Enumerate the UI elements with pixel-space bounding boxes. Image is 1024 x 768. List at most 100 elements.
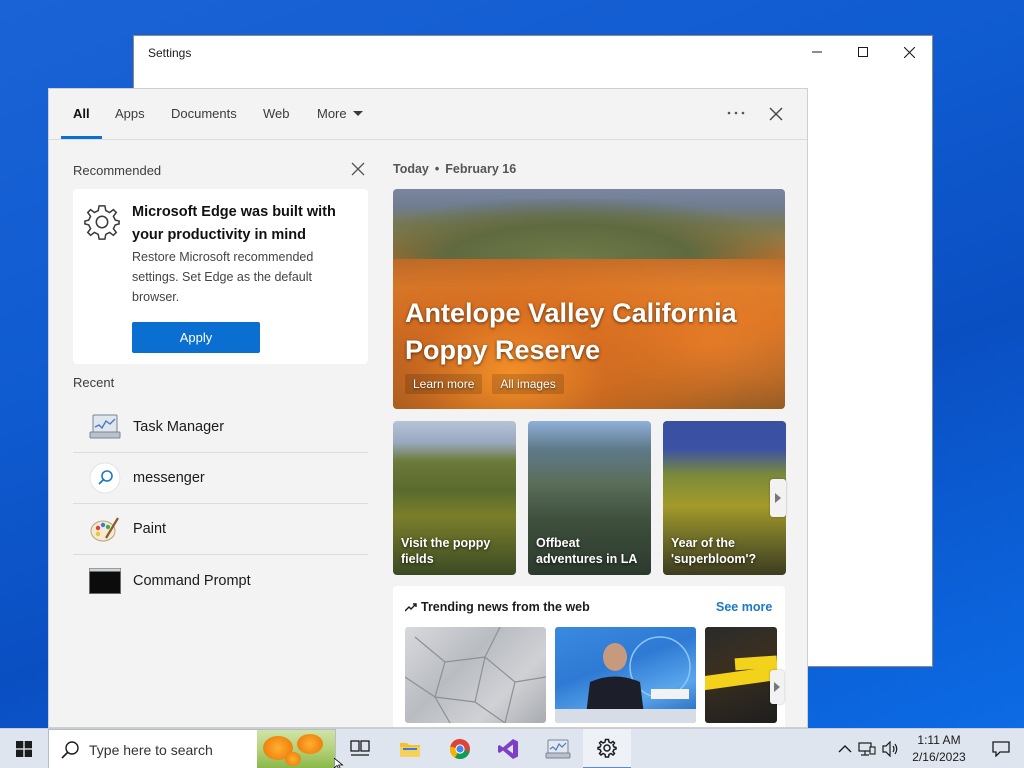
- close-window-button[interactable]: [886, 36, 932, 68]
- taskbar-search-placeholder: Type here to search: [89, 742, 213, 758]
- see-more-link[interactable]: See more: [716, 600, 772, 614]
- taskbar: Type here to search 1:11 AM 2/16/2023: [0, 728, 1024, 768]
- tab-web[interactable]: Web: [263, 106, 290, 121]
- dismiss-recommended-button[interactable]: [351, 162, 367, 178]
- thumbnail-card[interactable]: Visit the poppy fields: [393, 421, 516, 575]
- today-date: February 16: [445, 162, 517, 176]
- clock-time: 1:11 AM: [917, 733, 961, 747]
- close-search-button[interactable]: [765, 103, 787, 125]
- minimize-button[interactable]: [794, 36, 840, 68]
- recent-header: Recent: [73, 375, 115, 390]
- close-icon: [769, 107, 783, 121]
- recommended-description: Restore Microsoft recommended settings. …: [132, 250, 314, 304]
- settings-window-title: Settings: [148, 46, 192, 60]
- close-icon: [351, 162, 365, 176]
- tab-apps[interactable]: Apps: [115, 106, 145, 121]
- gear-icon: [84, 205, 120, 240]
- maximize-icon: [858, 47, 868, 57]
- recent-item-command-prompt[interactable]: Command Prompt: [73, 555, 368, 606]
- notification-icon: [992, 741, 1010, 757]
- today-label: Today: [393, 162, 429, 176]
- police-tape-image: [705, 655, 777, 692]
- search-tabs-bar: All Apps Documents Web More: [49, 89, 807, 140]
- recent-item-task-manager[interactable]: Task Manager: [73, 402, 368, 453]
- hero-image-card[interactable]: Antelope Valley California Poppy Reserve…: [393, 189, 785, 409]
- network-button[interactable]: [858, 741, 876, 757]
- folder-icon: [400, 743, 420, 757]
- recent-item-paint[interactable]: Paint: [73, 504, 368, 555]
- visual-studio-icon: [498, 739, 518, 759]
- news-thumbnail[interactable]: [405, 627, 546, 723]
- separator-dot: •: [434, 162, 440, 176]
- recent-list: Task Manager messenger Paint Command Pro…: [73, 402, 368, 606]
- chrome-icon: [449, 739, 470, 760]
- news-next-button[interactable]: [770, 670, 784, 704]
- trending-arrow-icon: [405, 603, 417, 612]
- tab-all[interactable]: All: [73, 106, 90, 121]
- gear-icon: [597, 738, 617, 758]
- recent-item-label: Task Manager: [133, 419, 225, 435]
- windows-logo-icon: [16, 741, 32, 757]
- trending-title: Trending news from the web: [405, 600, 590, 614]
- apply-button[interactable]: Apply: [132, 322, 260, 353]
- task-manager-icon: [545, 739, 571, 759]
- news-thumbnail[interactable]: [555, 627, 696, 723]
- hero-title: Antelope Valley California Poppy Reserve: [405, 298, 737, 365]
- recent-item-messenger[interactable]: messenger: [73, 453, 368, 504]
- tab-more[interactable]: More: [317, 106, 363, 121]
- ellipsis-icon: [727, 111, 745, 115]
- speaker-icon: [882, 741, 898, 757]
- visual-studio-button[interactable]: [484, 729, 532, 768]
- recent-item-label: Command Prompt: [133, 572, 251, 589]
- clock-date: 2/16/2023: [912, 750, 966, 764]
- thumbnail-card[interactable]: Year of the 'superbloom'?: [663, 421, 786, 575]
- recommended-header: Recommended: [73, 163, 162, 178]
- action-center-button[interactable]: [978, 729, 1024, 768]
- chevron-up-icon: [838, 745, 852, 753]
- active-tab-indicator: [61, 136, 102, 139]
- speaker-image: [555, 636, 696, 723]
- hero-image-hills: [393, 199, 785, 259]
- chrome-button[interactable]: [436, 729, 484, 768]
- learn-more-link[interactable]: Learn more: [405, 374, 483, 394]
- all-images-link[interactable]: All images: [492, 374, 564, 394]
- thumbnails-next-button[interactable]: [770, 479, 786, 517]
- trending-news-card: Trending news from the web See more: [393, 586, 785, 727]
- settings-taskbar-button[interactable]: [583, 729, 631, 768]
- search-highlight-image: [257, 730, 335, 768]
- window-controls: [794, 36, 932, 68]
- task-manager-icon: [89, 411, 121, 443]
- search-icon: [89, 462, 121, 494]
- thumbnail-label: Year of the 'superbloom'?: [671, 536, 757, 566]
- recommended-title: Microsoft Edge was built with your produ…: [132, 204, 336, 243]
- chevron-right-icon: [774, 682, 780, 692]
- minimize-icon: [812, 51, 822, 53]
- taskbar-clock[interactable]: 1:11 AM 2/16/2023: [904, 732, 974, 766]
- thumbnail-label: Visit the poppy fields: [401, 536, 491, 566]
- start-button[interactable]: [0, 729, 48, 768]
- show-hidden-icons-button[interactable]: [838, 744, 852, 754]
- recent-item-label: Paint: [133, 521, 167, 537]
- hero-actions: Learn more All images: [405, 374, 564, 394]
- tab-documents[interactable]: Documents: [171, 106, 237, 121]
- volume-button[interactable]: [882, 741, 900, 757]
- paint-icon: [89, 513, 121, 545]
- search-panel: All Apps Documents Web More Recommended …: [48, 88, 808, 728]
- tab-more-label: More: [317, 106, 347, 121]
- search-icon: [61, 741, 79, 759]
- file-explorer-button[interactable]: [386, 729, 434, 768]
- task-view-icon: [350, 740, 370, 756]
- system-tray: [838, 729, 900, 768]
- taskbar-search-box[interactable]: Type here to search: [48, 729, 336, 768]
- recent-item-label: messenger: [133, 470, 205, 486]
- task-manager-taskbar-button[interactable]: [534, 729, 582, 768]
- image-thumbnails: Visit the poppy fields Offbeat adventure…: [393, 421, 786, 575]
- thumbnail-card[interactable]: Offbeat adventures in LA: [528, 421, 651, 575]
- trending-title-label: Trending news from the web: [421, 600, 590, 614]
- chevron-right-icon: [775, 493, 781, 503]
- maximize-button[interactable]: [840, 36, 886, 68]
- network-icon: [858, 742, 876, 756]
- more-options-button[interactable]: [725, 103, 747, 123]
- news-thumbnail[interactable]: [705, 627, 777, 723]
- cracked-ground-image: [405, 627, 546, 723]
